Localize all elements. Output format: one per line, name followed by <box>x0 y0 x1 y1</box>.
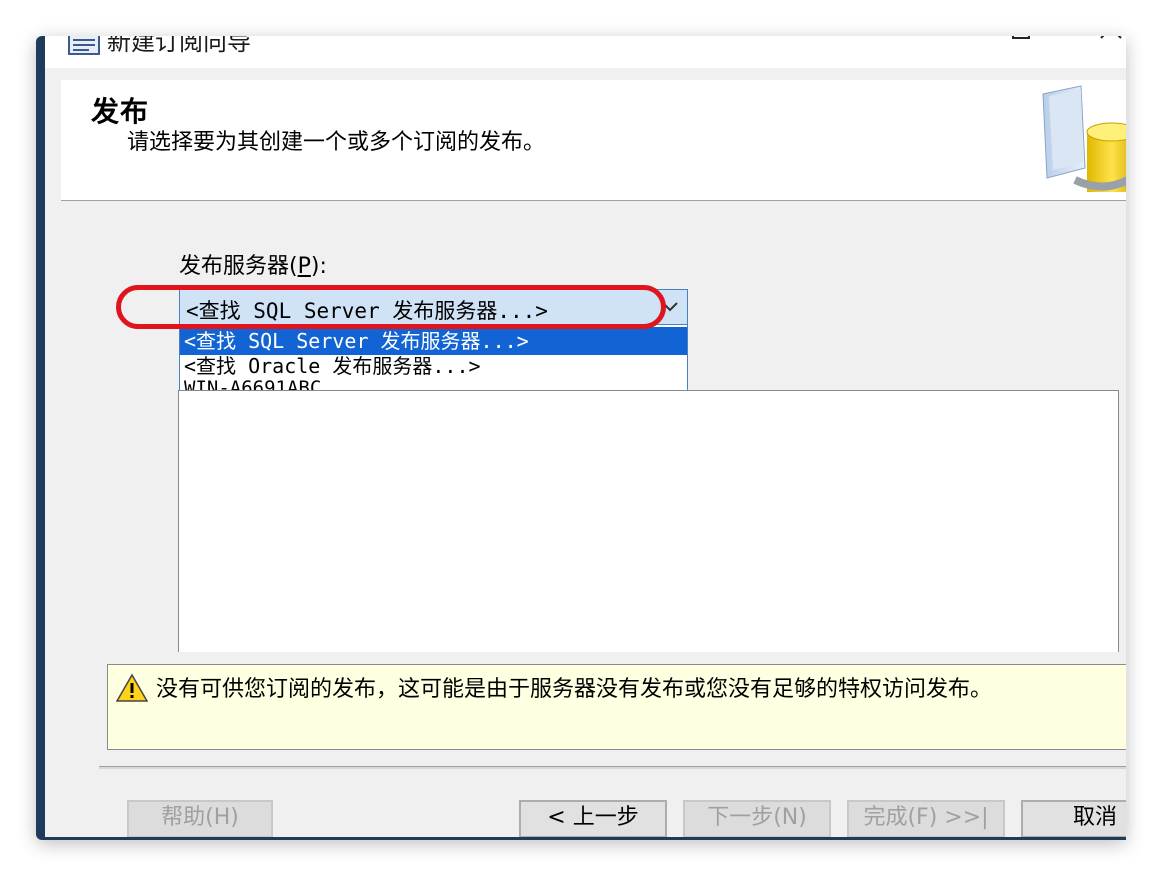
publisher-combobox[interactable]: <查找 SQL Server 发布服务器...> <box>179 289 688 325</box>
help-button[interactable]: 帮助(H) <box>127 800 273 837</box>
close-icon[interactable] <box>1097 36 1126 58</box>
page-subtitle: 请选择要为其创建一个或多个订阅的发布。 <box>127 130 546 155</box>
publisher-label: 发布服务器(P): <box>179 248 327 280</box>
maximize-icon[interactable] <box>1007 36 1037 58</box>
button-separator <box>99 766 1126 769</box>
dropdown-option-sql-server[interactable]: <查找 SQL Server 发布服务器...> <box>180 327 687 355</box>
wizard-header: 发布 请选择要为其创建一个或多个订阅的发布。 <box>61 80 1126 201</box>
warning-message: 没有可供您订阅的发布，这可能是由于服务器没有发布或您没有足够的特权访问发布。 <box>156 677 993 702</box>
cancel-button[interactable]: 取消 <box>1021 800 1126 837</box>
warning-panel: 没有可供您订阅的发布，这可能是由于服务器没有发布或您没有足够的特权访问发布。 <box>107 664 1126 750</box>
next-button[interactable]: 下一步(N) <box>683 800 831 837</box>
publisher-selected-value: <查找 SQL Server 发布服务器...> <box>186 299 548 323</box>
publisher-label-prefix: 发布服务器( <box>179 254 298 279</box>
minimize-icon[interactable] <box>917 36 947 58</box>
title-bar: 新建订阅向导 <box>45 36 1126 68</box>
dropdown-option-oracle[interactable]: <查找 Oracle 发布服务器...> <box>180 355 687 377</box>
publications-list[interactable] <box>178 390 1119 652</box>
wizard-window: 新建订阅向导 发布 请选择要为其创建一个或多个订阅的发布。 发布服务器(P): … <box>36 36 1126 840</box>
warning-icon <box>116 673 148 702</box>
database-book-icon <box>1042 85 1126 192</box>
back-button[interactable]: < 上一步 <box>519 800 667 837</box>
window-title: 新建订阅向导 <box>107 36 251 56</box>
publisher-label-suffix: ): <box>310 254 327 279</box>
finish-button[interactable]: 完成(F) >>| <box>847 800 1005 837</box>
wizard-icon <box>68 36 100 55</box>
chevron-down-icon[interactable] <box>661 300 679 314</box>
publisher-label-accel: P <box>297 254 311 279</box>
